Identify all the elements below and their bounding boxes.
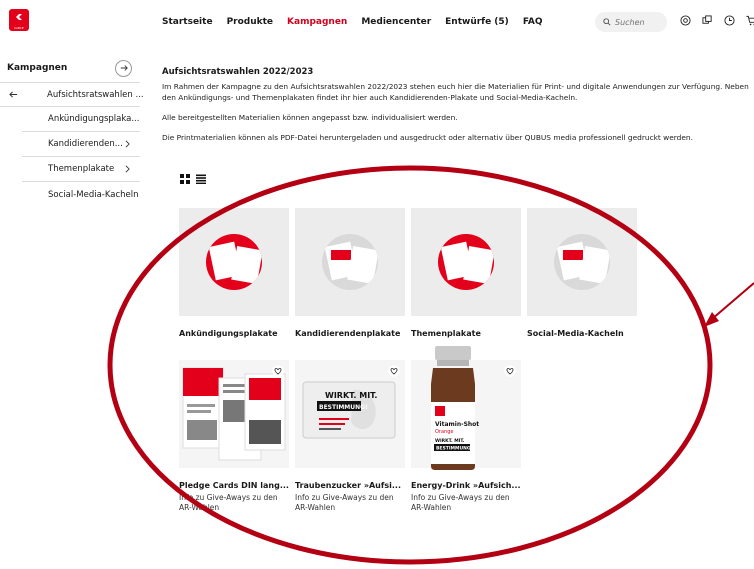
poster-preview-image — [322, 234, 378, 290]
nav-startseite[interactable]: Startseite — [162, 17, 213, 27]
product-thumbnail[interactable] — [179, 360, 289, 468]
poster-sheet — [579, 246, 610, 284]
category-thumbnail[interactable] — [295, 208, 405, 316]
cart-icon[interactable] — [746, 15, 754, 26]
category-title[interactable]: Themenplakate — [411, 329, 521, 338]
product-subtitle: Info zu Give-Aways zu den AR-Wahlen — [411, 493, 510, 512]
list-view-icon[interactable] — [196, 174, 206, 184]
poster-photo — [331, 250, 351, 260]
at-icon[interactable] — [680, 15, 691, 26]
poster-preview-image — [206, 234, 262, 290]
main-nav: Startseite Produkte Kampagnen Mediencent… — [162, 17, 543, 27]
category-thumbnail[interactable] — [527, 208, 637, 316]
sidebar-item-kandidierenden[interactable]: Kandidierenden... — [22, 132, 140, 157]
product-title[interactable]: Traubenzucker »Aufsi... — [295, 481, 405, 490]
category-card-social-media-kacheln[interactable]: Social-Media-Kacheln — [527, 208, 637, 338]
top-icons — [680, 15, 754, 26]
annotation-arrow-line — [711, 282, 754, 320]
energy-drink-bottle-image: Vitamin-Shot Orange WIRKT. MIT. BESTIMMU… — [431, 346, 479, 470]
product-thumbnail[interactable]: WIRKT. MIT. BESTIMMUNG! — [295, 360, 405, 468]
clock-icon[interactable] — [724, 15, 735, 26]
annotation-arrow-head — [704, 312, 719, 327]
copy-icon[interactable] — [702, 15, 713, 26]
nav-entwuerfe[interactable]: Entwürfe (5) — [445, 17, 509, 27]
bottle-label-line4: BESTIMMUNG! — [436, 446, 473, 452]
category-card-kandidierendenplakate[interactable]: Kandidierendenplakate — [295, 208, 405, 338]
product-card-pledge-cards[interactable]: Pledge Cards DIN lang... Info zu Give-Aw… — [179, 360, 289, 513]
sidebar-item-ankuendigungsplakate[interactable]: Ankündigungsplaka... — [22, 107, 140, 132]
poster-sheet — [347, 246, 378, 284]
search-input[interactable] — [615, 17, 663, 27]
sidebar-item-label: Social-Media-Kacheln — [48, 189, 139, 200]
product-card-energy-drink[interactable]: Vitamin-Shot Orange WIRKT. MIT. BESTIMMU… — [411, 346, 521, 513]
nav-faq[interactable]: FAQ — [523, 17, 543, 27]
poster-sheet — [231, 246, 262, 284]
heart-icon[interactable] — [504, 365, 516, 377]
chevron-right-icon — [125, 140, 130, 148]
arrow-left-icon[interactable] — [9, 90, 18, 99]
poster-photo — [563, 250, 583, 260]
category-card-ankuendigungsplakate[interactable]: Ankündigungsplakate — [179, 208, 289, 338]
chevron-right-icon — [125, 165, 130, 173]
search-icon — [603, 18, 611, 26]
sidebar-list: Aufsichtsratswahlen ... Ankündigungsplak… — [0, 82, 144, 207]
product-title[interactable]: Energy-Drink »Aufsich... — [411, 481, 521, 490]
poster-preview-image — [554, 234, 610, 290]
sidebar: Kampagnen Aufsichtsratswahlen ... Ankünd… — [0, 56, 144, 207]
bottle-label-line3: WIRKT. MIT. — [435, 438, 465, 444]
search-box[interactable] — [595, 12, 667, 32]
grid-view-icon[interactable] — [180, 174, 190, 184]
top-bar: IGBCE Startseite Produkte Kampagnen Medi… — [0, 0, 754, 46]
heart-icon[interactable] — [272, 365, 284, 377]
bottle-label-line1: Vitamin-Shot — [435, 421, 479, 428]
sidebar-item-social-media-kacheln[interactable]: Social-Media-Kacheln — [22, 182, 140, 207]
poster-preview-image — [438, 234, 494, 290]
sidebar-item-label: Ankündigungsplaka... — [48, 114, 140, 124]
category-title[interactable]: Kandidierendenplakate — [295, 329, 405, 338]
product-thumbnail[interactable]: Vitamin-Shot Orange WIRKT. MIT. BESTIMMU… — [411, 346, 521, 470]
category-thumbnail[interactable] — [179, 208, 289, 316]
product-title[interactable]: Pledge Cards DIN lang... — [179, 481, 289, 490]
sidebar-title: Kampagnen — [7, 63, 68, 73]
candy-text-line1: WIRKT. MIT. — [325, 391, 377, 400]
sidebar-item-themenplakate[interactable]: Themenplakate — [22, 157, 140, 182]
nav-kampagnen[interactable]: Kampagnen — [287, 17, 347, 27]
sidebar-item-label: Themenplakate — [48, 164, 115, 174]
bottle-label-line2: Orange — [435, 429, 453, 435]
intro-paragraph: Im Rahmen der Kampagne zu den Aufsichtsr… — [162, 82, 749, 102]
logo-mark-icon — [16, 14, 22, 20]
main-content: Aufsichtsratswahlen 2022/2023 Im Rahmen … — [162, 67, 752, 152]
page-title: Aufsichtsratswahlen 2022/2023 — [162, 67, 314, 77]
brand-logo[interactable]: IGBCE — [9, 9, 29, 31]
category-title[interactable]: Ankündigungsplakate — [179, 329, 289, 338]
sidebar-item-aufsichtsratswahlen[interactable]: Aufsichtsratswahlen ... — [0, 82, 144, 107]
category-card-themenplakate[interactable]: Themenplakate — [411, 208, 521, 338]
sidebar-item-label: Kandidierenden... — [48, 139, 123, 149]
sidebar-header: Kampagnen — [0, 56, 140, 77]
candy-text-line2: BESTIMMUNG! — [319, 404, 368, 411]
product-subtitle: Info zu Give-Aways zu den AR-Wahlen — [179, 493, 278, 512]
nav-produkte[interactable]: Produkte — [227, 17, 273, 27]
nav-mediencenter[interactable]: Mediencenter — [361, 17, 431, 27]
sidebar-forward-button[interactable] — [115, 59, 132, 77]
heart-icon[interactable] — [388, 365, 400, 377]
product-subtitle: Info zu Give-Aways zu den AR-Wahlen — [295, 493, 394, 512]
poster-sheet — [463, 246, 494, 284]
view-toggle — [180, 174, 206, 184]
customize-paragraph: Alle bereitgestellten Materialien können… — [162, 113, 458, 122]
logo-text: IGBCE — [14, 26, 24, 30]
print-paragraph: Die Printmaterialien können als PDF-Date… — [162, 133, 693, 142]
arrow-right-icon — [120, 65, 128, 71]
sidebar-item-label: Aufsichtsratswahlen ... — [47, 89, 144, 100]
category-title[interactable]: Social-Media-Kacheln — [527, 329, 637, 338]
category-thumbnail[interactable] — [411, 208, 521, 316]
product-card-traubenzucker[interactable]: WIRKT. MIT. BESTIMMUNG! Traubenzucker »A… — [295, 360, 405, 513]
